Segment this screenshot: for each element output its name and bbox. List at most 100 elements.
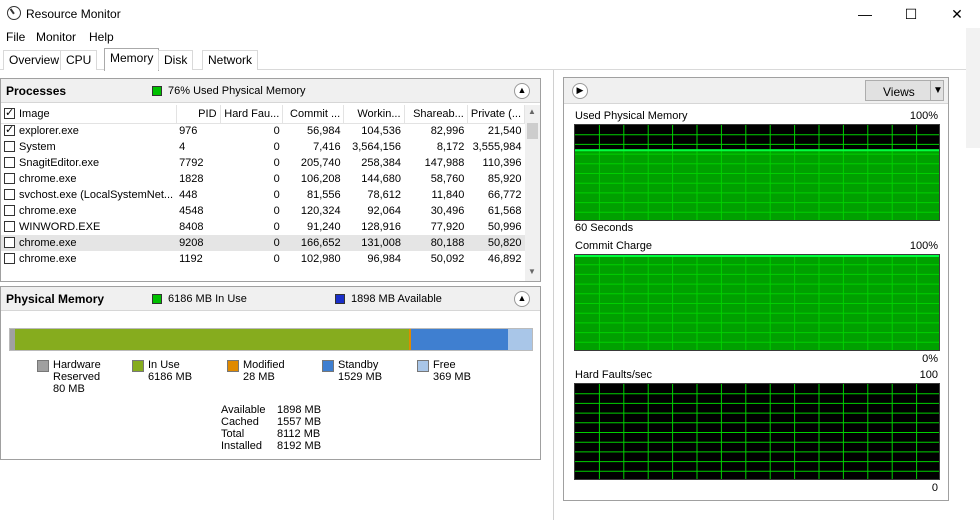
column-header[interactable]: Workin... <box>343 105 405 124</box>
views-separator <box>930 81 931 100</box>
graph-footer: 60 Seconds <box>575 222 634 234</box>
tab-memory[interactable]: Memory <box>104 48 160 71</box>
legend-swatch <box>322 360 334 372</box>
table-cell-hard: 0 <box>273 205 280 217</box>
table-cell-working: 96,984 <box>367 253 402 265</box>
table-cell-commit: 91,240 <box>307 221 341 233</box>
table-cell-private: 46,892 <box>487 253 522 265</box>
row-checkbox[interactable] <box>4 157 15 168</box>
table-cell-hard: 0 <box>273 125 280 138</box>
row-checkbox[interactable] <box>4 237 15 248</box>
views-label: Views <box>883 85 915 99</box>
menu-file[interactable]: File <box>6 30 25 44</box>
table-cell-hard: 0 <box>220 235 283 251</box>
select-all-checkbox[interactable] <box>4 106 15 119</box>
column-header[interactable]: Private (... <box>467 105 525 124</box>
physical-memory-header[interactable]: Physical Memory 6186 MB In Use 1898 MB A… <box>1 287 540 311</box>
process-name: System <box>19 141 56 153</box>
row-checkbox[interactable] <box>4 253 15 264</box>
table-row[interactable]: SnagitEditor.exe 7792 0 205,740 258,384 147,9… <box>1 155 525 171</box>
graph-title: Hard Faults/sec <box>575 369 653 381</box>
collapse-processes-button[interactable]: ▲ <box>514 83 530 99</box>
scroll-down-icon[interactable]: ▼ <box>528 267 536 276</box>
table-row[interactable]: System 4 0 7,416 3,564,156 8,172 3,555,984 <box>1 139 525 155</box>
table-cell-pid: 4548 <box>179 205 204 217</box>
table-cell-commit: 81,556 <box>307 189 341 201</box>
expand-graphs-button[interactable]: ▶ <box>572 83 588 99</box>
tab-disk[interactable]: Disk <box>158 50 194 70</box>
row-checkbox[interactable] <box>4 123 15 137</box>
stat-label: Installed <box>221 440 262 452</box>
column-header[interactable]: Hard Fau... <box>220 105 284 124</box>
menu-monitor[interactable]: Monitor <box>36 30 76 44</box>
splitter[interactable] <box>553 70 554 520</box>
column-header[interactable]: PID <box>176 105 221 124</box>
table-cell-shareable: 80,188 <box>404 235 468 251</box>
tab-cpu[interactable]: CPU <box>60 50 98 70</box>
table-row[interactable]: svchost.exe (LocalSystemNet... 448 0 81,556… <box>1 187 525 203</box>
table-cell-commit: 56,984 <box>307 125 341 138</box>
legend-swatch <box>37 360 49 372</box>
table-row[interactable]: explorer.exe 976 0 56,984 104,536 82,996 21,54… <box>1 123 525 139</box>
tab-network[interactable]: Network <box>202 50 259 70</box>
stat-value: 8192 MB <box>277 440 322 452</box>
graph-max-label: 100% <box>909 110 938 122</box>
table-cell-private: 3,555,984 <box>472 141 522 153</box>
row-checkbox[interactable] <box>4 141 15 152</box>
table-cell-image: chrome.exe <box>1 251 176 267</box>
processes-scrollbar[interactable]: ▲ ▼ <box>525 105 540 281</box>
scroll-up-icon[interactable]: ▲ <box>528 107 536 116</box>
scrollbar-thumb[interactable] <box>527 123 538 139</box>
legend-item: Hardware Reserved 80 MB <box>37 359 127 399</box>
chevron-down-icon: ▼ <box>933 85 943 96</box>
table-row[interactable]: chrome.exe 1192 0 102,980 96,984 50,092 46,892 <box>1 251 525 267</box>
processes-header[interactable]: Processes 76% Used Physical Memory ▲ <box>1 79 540 103</box>
legend-item: Modified 28 MB <box>227 359 317 399</box>
maximize-button[interactable]: ☐ <box>888 0 934 28</box>
column-header-label: PID <box>198 107 217 120</box>
tab-overview[interactable]: Overview <box>3 50 66 70</box>
minimize-button[interactable]: — <box>842 0 888 28</box>
available-indicator <box>335 294 345 304</box>
table-cell-commit: 166,652 <box>282 235 344 251</box>
menu-help[interactable]: Help <box>89 30 114 44</box>
row-checkbox[interactable] <box>4 221 15 232</box>
column-header[interactable]: Image <box>1 105 177 124</box>
tab-strip: Overview CPU Memory Disk Network <box>0 48 980 71</box>
row-checkbox[interactable] <box>4 189 15 200</box>
table-cell-image: SnagitEditor.exe <box>1 155 176 171</box>
table-cell-private: 85,920 <box>487 173 522 185</box>
stat-value: 8112 MB <box>277 428 321 440</box>
process-name: chrome.exe <box>19 253 77 265</box>
table-row[interactable]: chrome.exe 4548 0 120,324 92,064 30,496 61,568 <box>1 203 525 219</box>
stat-value: 1557 MB <box>277 416 322 428</box>
table-row[interactable]: chrome.exe 1828 0 106,208 144,680 58,760 85,92… <box>1 171 525 187</box>
column-header[interactable]: Commit ... <box>282 105 345 124</box>
table-cell-image: chrome.exe <box>1 203 176 219</box>
table-cell-pid: 976 <box>179 125 198 138</box>
resource-monitor-icon <box>7 6 21 20</box>
legend-swatch <box>227 360 239 372</box>
title-bar: Resource Monitor — ☐ ✕ <box>0 0 980 28</box>
graphs-header: ▶ Views ▼ <box>564 78 948 104</box>
table-cell-hard: 0 <box>273 141 280 153</box>
table-cell-pid: 448 <box>179 189 198 201</box>
close-button[interactable]: ✕ <box>934 0 980 28</box>
table-row[interactable]: chrome.exe 9208 0 166,652 131,008 80,188 50,82… <box>1 235 525 251</box>
process-name: chrome.exe <box>19 173 77 185</box>
table-cell-hard: 0 <box>273 173 280 185</box>
table-cell-working: 144,680 <box>361 173 402 185</box>
graph-min-label: 0 <box>931 482 938 494</box>
collapse-physical-memory-button[interactable]: ▲ <box>514 291 530 307</box>
column-header[interactable]: Shareab... <box>404 105 468 124</box>
row-checkbox[interactable] <box>4 205 15 216</box>
views-dropdown[interactable]: Views ▼ <box>865 80 944 101</box>
process-name: explorer.exe <box>19 125 79 138</box>
table-cell-working: 128,916 <box>361 221 402 233</box>
row-checkbox[interactable] <box>4 173 15 184</box>
table-cell-shareable: 147,988 <box>424 157 465 169</box>
processes-title: Processes <box>6 84 67 98</box>
process-name: WINWORD.EXE <box>19 221 101 233</box>
table-row[interactable]: WINWORD.EXE 8408 0 91,240 128,916 77,920 50,99… <box>1 219 525 235</box>
table-cell-image: svchost.exe (LocalSystemNet... <box>1 187 176 203</box>
